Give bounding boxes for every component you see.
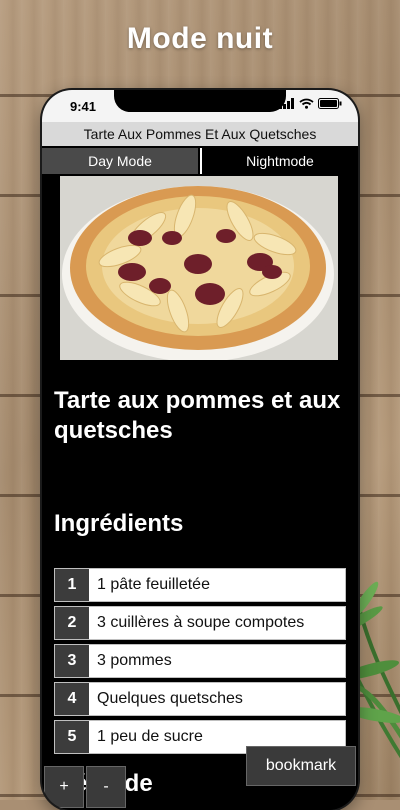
recipe-title: Tarte aux pommes et aux quetsches [54,387,341,444]
ingredient-number: 5 [55,721,89,753]
recipe-photo [60,176,338,360]
ingredients-heading: Ingrédients [54,510,184,537]
page-headline: Mode nuit [126,22,274,55]
status-icons [279,98,342,109]
font-decrease-button[interactable]: - [86,766,126,808]
phone-frame: 9:41 Tarte Aux Pommes Et Aux Quetsches D… [42,90,358,810]
list-item: 2 3 cuillères à soupe compotes [54,606,346,640]
ingredient-text: 3 cuillères à soupe compotes [89,607,345,639]
ingredient-text: 1 pâte feuilletée [89,569,345,601]
ingredient-number: 1 [55,569,89,601]
wifi-icon [299,98,314,109]
bookmark-button[interactable]: bookmark [246,746,356,786]
ingredient-number: 4 [55,683,89,715]
tab-nightmode[interactable]: Nightmode [200,148,358,174]
battery-icon [318,98,342,109]
ingredient-text: 3 pommes [89,645,345,677]
ingredients-list: 1 1 pâte feuilletée 2 3 cuillères à soup… [54,568,346,758]
ingredient-text: Quelques quetsches [89,683,345,715]
list-item: 1 1 pâte feuilletée [54,568,346,602]
tab-day-mode[interactable]: Day Mode [42,148,198,174]
ingredient-number: 2 [55,607,89,639]
mode-switcher: Day Mode Nightmode [42,148,358,174]
status-time: 9:41 [70,99,97,114]
ingredient-number: 3 [55,645,89,677]
recipe-content: Tarte aux pommes et aux quetsches Ingréd… [42,176,358,810]
phone-notch [114,90,286,112]
list-item: 4 Quelques quetsches [54,682,346,716]
font-increase-button[interactable]: + [44,766,84,808]
app-title-bar: Tarte Aux Pommes Et Aux Quetsches [42,122,358,146]
tart-illustration [60,176,338,360]
list-item: 3 3 pommes [54,644,346,678]
